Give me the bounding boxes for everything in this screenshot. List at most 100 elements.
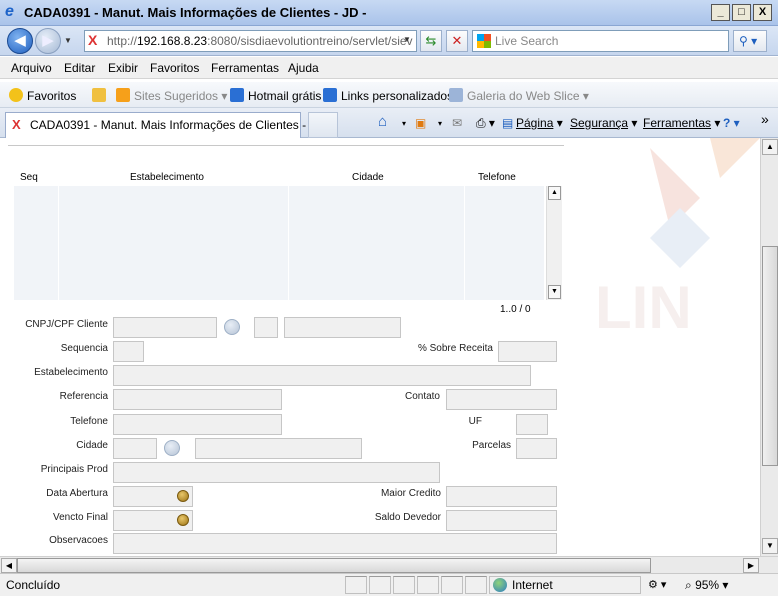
grid-scroll-up-icon[interactable]: ▲ bbox=[548, 186, 561, 200]
add-favorite-icon[interactable] bbox=[92, 88, 110, 103]
page-menu[interactable]: Página ▾ bbox=[516, 116, 563, 130]
url-dropdown-icon[interactable]: ▼ bbox=[400, 31, 414, 49]
security-zone[interactable]: Internet bbox=[489, 576, 641, 594]
page-vertical-scrollbar[interactable]: ▲ ▼ bbox=[760, 138, 778, 556]
label-observacoes: Observacoes bbox=[49, 535, 108, 546]
web-slice-gallery-button[interactable]: Galeria do Web Slice ▾ bbox=[449, 88, 589, 103]
mail-icon[interactable]: ✉ bbox=[452, 116, 462, 130]
col-estabelecimento[interactable]: Estabelecimento bbox=[130, 172, 204, 183]
label-cnpj: CNPJ/CPF Cliente bbox=[25, 319, 108, 330]
maximize-button[interactable]: □ bbox=[732, 4, 751, 21]
help-icon[interactable]: ? ▾ bbox=[723, 116, 740, 130]
sequencia-field[interactable] bbox=[113, 341, 144, 362]
cidade-code-field[interactable] bbox=[113, 438, 157, 459]
col-cidade[interactable]: Cidade bbox=[352, 172, 384, 183]
url-field[interactable]: X http://192.168.8.23:8080/sisdiaevoluti… bbox=[84, 30, 417, 52]
grid-scrollbar[interactable]: ▲ ▼ bbox=[546, 186, 562, 300]
scroll-left-icon[interactable]: ◀ bbox=[1, 558, 17, 573]
page-icon: ▤ bbox=[502, 116, 514, 130]
menu-editar[interactable]: Editar bbox=[64, 61, 95, 75]
minimize-button[interactable]: _ bbox=[711, 4, 730, 21]
close-button[interactable]: X bbox=[753, 4, 772, 21]
label-sobre-receita: % Sobre Receita bbox=[417, 343, 493, 354]
hscroll-thumb[interactable] bbox=[17, 558, 651, 573]
cidade-lookup-icon[interactable] bbox=[164, 440, 180, 456]
security-menu[interactable]: Segurança ▾ bbox=[570, 116, 637, 130]
cnpj-lookup-icon[interactable] bbox=[224, 319, 240, 335]
grid-body[interactable] bbox=[14, 186, 544, 300]
search-input[interactable]: Live Search bbox=[472, 30, 729, 52]
globe-icon bbox=[493, 578, 507, 592]
back-button[interactable]: ◀ bbox=[7, 28, 33, 54]
new-tab-button[interactable] bbox=[308, 112, 338, 138]
grid-pager: 1..0 / 0 bbox=[500, 304, 531, 315]
sites-sugeridos-button[interactable]: Sites Sugeridos ▾ bbox=[116, 88, 227, 103]
refresh-icon[interactable]: ⇆ bbox=[420, 30, 442, 52]
saldo-devedor-field[interactable] bbox=[446, 510, 557, 531]
calendar-icon[interactable] bbox=[177, 490, 189, 502]
cnpj-aux-field[interactable] bbox=[254, 317, 278, 338]
status-text: Concluído bbox=[6, 578, 61, 592]
zoom-control[interactable]: ⌕ 95% ▾ bbox=[685, 578, 728, 593]
cidade-name-field[interactable] bbox=[195, 438, 362, 459]
uf-field[interactable] bbox=[516, 414, 548, 435]
cliente-name-field[interactable] bbox=[284, 317, 401, 338]
url-prefix: http:// bbox=[107, 34, 138, 48]
ie-page-icon bbox=[323, 88, 337, 102]
tools-menu-label: Ferramentas bbox=[643, 116, 712, 130]
favorites-bar: Favoritos Sites Sugeridos ▾ Hotmail grát… bbox=[0, 82, 778, 108]
toolbar-strip bbox=[8, 138, 564, 146]
zone-label: Internet bbox=[512, 578, 553, 592]
parcelas-field[interactable] bbox=[516, 438, 557, 459]
menu-ajuda[interactable]: Ajuda bbox=[288, 61, 319, 75]
referencia-field[interactable] bbox=[113, 389, 282, 410]
scroll-down-icon[interactable]: ▼ bbox=[762, 538, 778, 554]
favorites-button[interactable]: Favoritos bbox=[9, 88, 76, 103]
principais-prod-field[interactable] bbox=[113, 462, 440, 483]
window-title: CADA0391 - Manut. Mais Informações de Cl… bbox=[24, 5, 367, 20]
page-menu-label: Página bbox=[516, 116, 554, 130]
scroll-right-icon[interactable]: ▶ bbox=[743, 558, 759, 573]
protected-mode-icon[interactable]: ⚙ ▾ bbox=[648, 578, 666, 591]
feeds-icon[interactable]: ▣ bbox=[415, 116, 426, 130]
home-icon[interactable]: ⌂ bbox=[378, 113, 387, 130]
menu-favoritos[interactable]: Favoritos bbox=[150, 61, 199, 75]
sobre-receita-field[interactable] bbox=[498, 341, 557, 362]
forward-button[interactable]: ▶ bbox=[35, 28, 61, 54]
grid-scroll-down-icon[interactable]: ▼ bbox=[548, 285, 561, 299]
calendar-icon[interactable] bbox=[177, 514, 189, 526]
print-icon[interactable]: ⎙ ▾ bbox=[476, 116, 495, 131]
menu-exibir[interactable]: Exibir bbox=[108, 61, 138, 75]
maior-credito-field[interactable] bbox=[446, 486, 557, 507]
history-dropdown-icon[interactable]: ▼ bbox=[64, 36, 72, 45]
menu-arquivo[interactable]: Arquivo bbox=[11, 61, 52, 75]
tools-menu[interactable]: Ferramentas ▾ bbox=[643, 116, 720, 130]
tab-bar: X CADA0391 - Manut. Mais Informações de … bbox=[0, 108, 778, 138]
contato-field[interactable] bbox=[446, 389, 557, 410]
search-button[interactable]: ⚲ ▾ bbox=[733, 30, 767, 52]
observacoes-field[interactable] bbox=[113, 533, 557, 554]
page-horizontal-scrollbar[interactable]: ◀ ▶ bbox=[0, 556, 778, 573]
telefone-field[interactable] bbox=[113, 414, 282, 435]
tab-active[interactable]: X CADA0391 - Manut. Mais Informações de … bbox=[5, 112, 324, 138]
feeds-dropdown-icon[interactable]: ▾ bbox=[438, 119, 442, 128]
label-referencia: Referencia bbox=[59, 391, 108, 402]
col-seq[interactable]: Seq bbox=[20, 172, 38, 183]
hotmail-link[interactable]: Hotmail grátis bbox=[230, 88, 321, 103]
links-personalizados-link[interactable]: Links personalizados bbox=[323, 88, 453, 103]
menu-ferramentas[interactable]: Ferramentas bbox=[211, 61, 279, 75]
stop-icon[interactable]: ✕ bbox=[446, 30, 468, 52]
more-commands-icon[interactable]: » bbox=[761, 111, 769, 127]
home-dropdown-icon[interactable]: ▾ bbox=[402, 119, 406, 128]
sites-sugeridos-label: Sites Sugeridos ▾ bbox=[134, 89, 228, 103]
grid-header: Seq Estabelecimento Cidade Telefone bbox=[14, 170, 562, 186]
col-telefone[interactable]: Telefone bbox=[478, 172, 516, 183]
cnpj-field[interactable] bbox=[113, 317, 217, 338]
suggested-sites-icon bbox=[116, 88, 130, 102]
label-parcelas: Parcelas bbox=[472, 440, 511, 451]
scroll-thumb[interactable] bbox=[762, 246, 778, 466]
scroll-up-icon[interactable]: ▲ bbox=[762, 139, 778, 155]
tab-title: CADA0391 - Manut. Mais Informações de Cl… bbox=[30, 118, 325, 132]
estabelecimento-field[interactable] bbox=[113, 365, 531, 386]
label-telefone: Telefone bbox=[70, 416, 108, 427]
